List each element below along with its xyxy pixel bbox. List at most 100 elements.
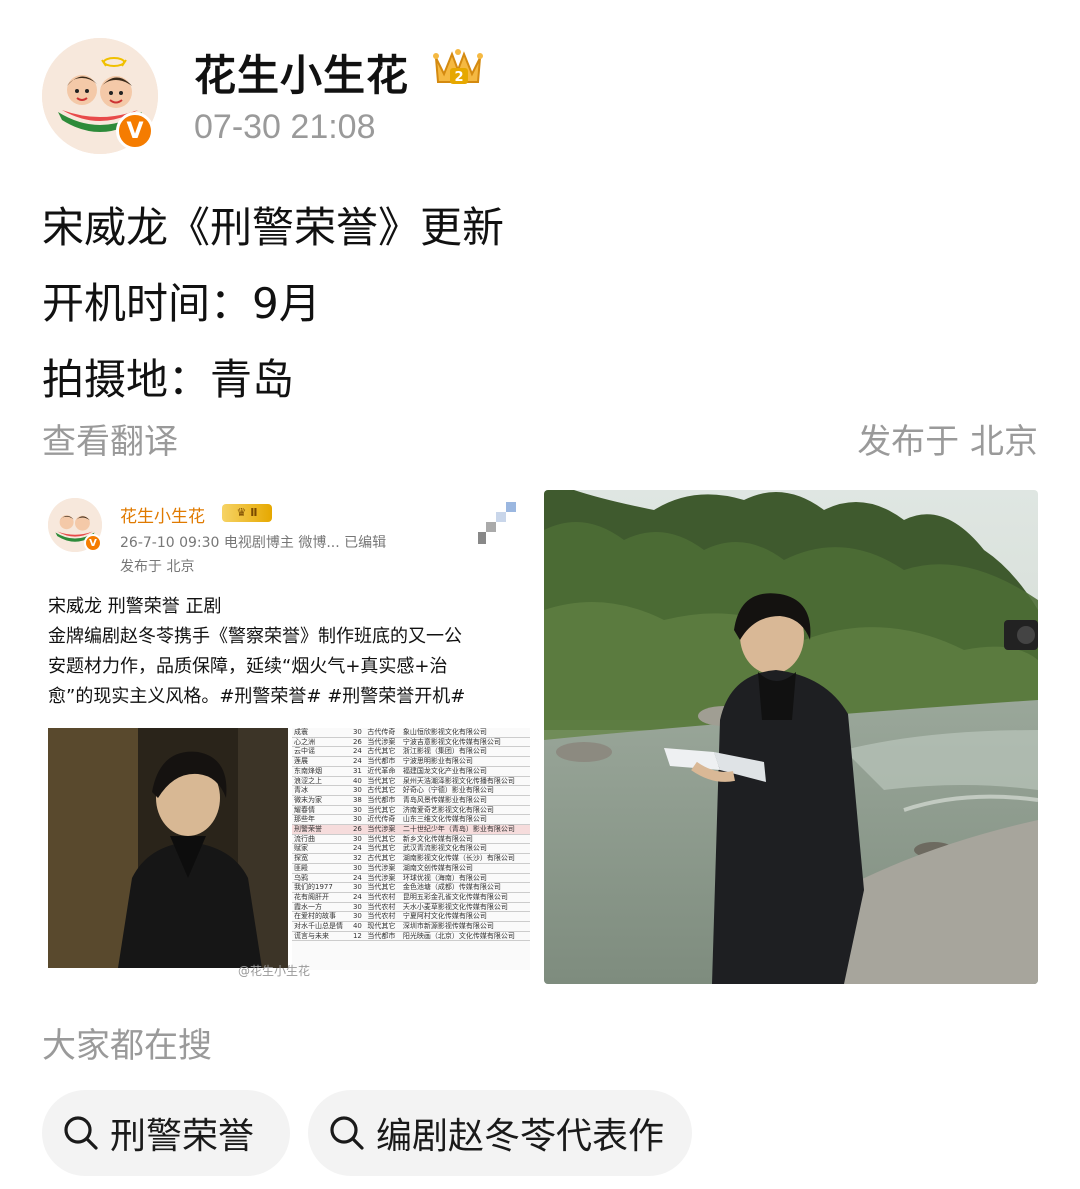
embedded-actor-photo [48, 728, 288, 968]
table-cell: 24 [350, 892, 366, 903]
verified-badge-icon: V [116, 112, 154, 150]
table-cell: 26 [350, 824, 366, 835]
post-location: 发布于 北京 [857, 422, 1038, 462]
table-row: 赋家 24 当代其它 武汉青流影视文化有限公司 [292, 843, 530, 855]
table-cell: 环球优视（海南）有限公司 [400, 873, 530, 884]
search-icon [64, 1116, 98, 1150]
table-row: 浪涩之上 40 当代其它 泉州天浩潮泽影视文化传播有限公司 [292, 776, 530, 787]
post-image-photo[interactable] [544, 490, 1038, 984]
table-cell: 济南爱奇艺影视文化有限公司 [400, 805, 530, 816]
table-cell: 40 [350, 921, 366, 932]
crown-badge-icon[interactable]: 2 [430, 44, 486, 94]
table-cell: 湖南影视文化传媒（长沙）有限公司 [400, 853, 530, 864]
table-cell: 当代都市 [365, 756, 401, 767]
search-chip-label: 编剧赵冬苓代表作 [375, 1116, 664, 1157]
table-cell: 霞水一方 [292, 902, 351, 913]
table-cell: 现代其它 [365, 921, 401, 932]
table-cell: 当代农村 [365, 902, 401, 913]
table-cell: 山东三维文化传媒有限公司 [400, 814, 530, 826]
table-cell: 宁夏阿村文化传媒有限公司 [400, 911, 530, 923]
search-chip-1[interactable]: 刑警荣誉 [42, 1090, 290, 1176]
table-cell: 当代农村 [365, 892, 401, 903]
table-cell: 38 [350, 795, 366, 806]
table-cell: 流行曲 [292, 834, 351, 845]
embedded-text-line: 宋威龙 刑警荣誉 正剧 [48, 596, 222, 617]
table-cell: 我们的1977 [292, 882, 351, 893]
table-cell: 24 [350, 746, 366, 758]
table-row: 东南烽烟 31 近代革命 福建国龙文化产业有限公司 [292, 766, 530, 777]
table-cell: 24 [350, 873, 366, 884]
embedded-drama-list-table: 成寰 30 古代传奇 象山恒欣影视文化有限公司 心之洲 26 当代涉案 宁波吉意影视文化传媒有… [292, 728, 530, 970]
table-cell: 30 [350, 863, 366, 874]
table-cell: 当代都市 [365, 931, 401, 942]
embedded-author-name: 花生小生花 [120, 507, 205, 527]
table-cell: 浙江影视（集团）有限公司 [400, 746, 530, 758]
table-cell: 赋家 [292, 843, 351, 855]
search-chip-2[interactable]: 编剧赵冬苓代表作 [308, 1090, 692, 1176]
svg-text:2: 2 [454, 70, 463, 85]
table-cell: 刑警荣誉 [292, 824, 351, 835]
actor-riverside-photo [544, 490, 1038, 984]
translate-link[interactable]: 查看翻译 [42, 414, 178, 463]
post-line: 拍摄地：青岛 [42, 355, 295, 404]
table-cell: 成寰 [292, 728, 351, 738]
table-cell: 当代农村 [365, 911, 401, 923]
table-row: 探宽 32 古代其它 湖南影视文化传媒（长沙）有限公司 [292, 853, 530, 864]
table-cell: 31 [350, 766, 366, 777]
table-cell: 26 [350, 737, 366, 748]
table-cell: 当代涉案 [365, 737, 401, 748]
table-cell: 古代其它 [365, 853, 401, 864]
table-cell: 二十世纪少年（青岛）影业有限公司 [400, 824, 530, 835]
table-cell: 耀春情 [292, 805, 351, 816]
table-cell: 乌鸦 [292, 873, 351, 884]
embedded-text-line: 愈”的现实主义风格。#刑警荣誉# #刑警荣誉开机# [48, 686, 466, 707]
table-cell: 花有阁肝开 [292, 892, 351, 903]
search-icon [330, 1116, 364, 1150]
table-cell: 东南烽烟 [292, 766, 351, 777]
table-cell: 金色池塘（成都）传媒有限公司 [400, 882, 530, 893]
table-cell: 宁波思明影业有限公司 [400, 756, 530, 767]
table-cell: 30 [350, 834, 366, 845]
table-row: 微末为家 38 当代都市 青岛风景传媒影业有限公司 [292, 795, 530, 806]
pixel-deco-icon [478, 502, 516, 544]
table-cell: 30 [350, 805, 366, 816]
table-cell: 象山恒欣影视文化有限公司 [400, 728, 530, 738]
table-cell: 微末为家 [292, 795, 351, 806]
table-cell: 12 [350, 931, 366, 942]
table-cell: 泉州天浩潮泽影视文化传播有限公司 [400, 776, 530, 787]
author-name[interactable]: 花生小生花 [194, 42, 409, 103]
embedded-text-line: 金牌编剧赵冬苓携手《警察荣誉》制作班底的又一公 [48, 626, 462, 647]
table-cell: 近代革命 [365, 766, 401, 777]
table-cell: 30 [350, 911, 366, 923]
table-cell: 当代涉案 [365, 824, 401, 835]
table-cell: 深圳市新源影视传媒有限公司 [400, 921, 530, 932]
table-cell: 匪殿 [292, 863, 351, 874]
embedded-verified-icon: V [84, 534, 102, 552]
table-cell: 当代其它 [365, 834, 401, 845]
table-cell: 昆明五彩金孔雀文化传媒有限公司 [400, 892, 530, 903]
table-cell: 宁波吉意影视文化传媒有限公司 [400, 737, 530, 748]
post-timestamp: 07-30 21:08 [194, 108, 376, 146]
table-cell: 古代其它 [365, 746, 401, 758]
post-image-screenshot[interactable]: V 花生小生花 ♛ Ⅱ 26-7-10 09:30 电视剧博主 微博... 已编… [42, 490, 534, 984]
table-cell: 30 [350, 814, 366, 826]
table-row: 云中谣 24 古代其它 浙江影视（集团）有限公司 [292, 746, 530, 758]
table-cell: 阳光映画（北京）文化传媒有限公司 [400, 931, 530, 942]
author-avatar[interactable]: V [42, 38, 158, 154]
table-row: 那些年 30 近代传奇 山东三维文化传媒有限公司 [292, 814, 530, 826]
table-cell: 那些年 [292, 814, 351, 826]
table-cell: 古代其它 [365, 785, 401, 796]
table-cell: 当代都市 [365, 795, 401, 806]
table-cell: 浪涩之上 [292, 776, 351, 787]
table-row: 心之洲 26 当代涉案 宁波吉意影视文化传媒有限公司 [292, 737, 530, 748]
trending-search-title: 大家都在搜 [42, 1026, 212, 1066]
embedded-post-header: V 花生小生花 ♛ Ⅱ 26-7-10 09:30 电视剧博主 微博... 已编… [48, 498, 528, 578]
table-cell: 云中谣 [292, 746, 351, 758]
table-cell: 湖南文创传媒有限公司 [400, 863, 530, 874]
embedded-post-location: 发布于 北京 [120, 559, 195, 575]
table-cell: 探宽 [292, 853, 351, 864]
table-cell: 40 [350, 776, 366, 787]
table-row: 花有阁肝开 24 当代农村 昆明五彩金孔雀文化传媒有限公司 [292, 892, 530, 903]
table-cell: 当代其它 [365, 805, 401, 816]
table-cell: 32 [350, 853, 366, 864]
